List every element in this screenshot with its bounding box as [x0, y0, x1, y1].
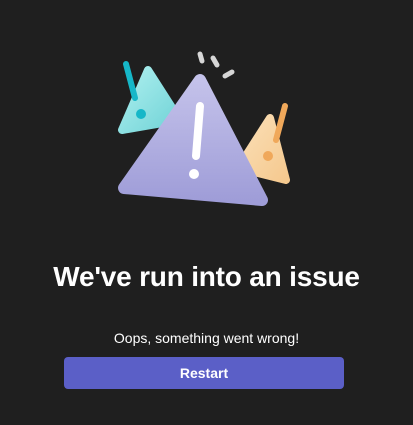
error-message: Oops, something went wrong! — [113, 330, 300, 346]
warning-triangles-icon — [118, 51, 290, 206]
restart-button[interactable]: Restart — [64, 357, 344, 389]
error-screen: We've run into an issue Oops, something … — [0, 0, 413, 425]
spark-lines — [197, 51, 235, 79]
error-headline: We've run into an issue — [53, 261, 360, 292]
